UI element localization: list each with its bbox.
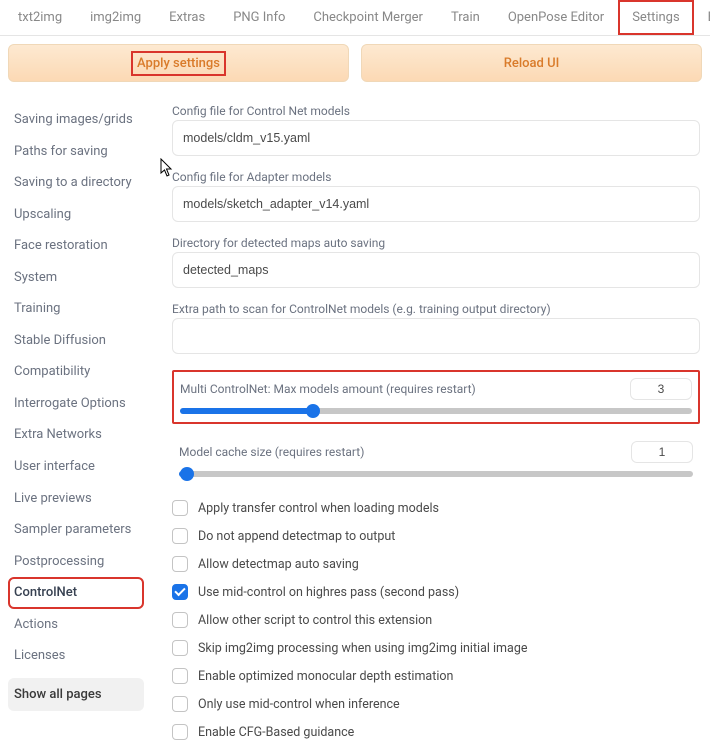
checkbox-row: Allow other script to control this exten…	[172, 606, 700, 634]
sidebar-item-stable-diffusion[interactable]: Stable Diffusion	[8, 325, 144, 357]
detected-dir-field: Directory for detected maps auto saving	[172, 236, 700, 288]
checkbox-row: Allow detectmap auto saving	[172, 550, 700, 578]
multi-controlnet-slider: Multi ControlNet: Max models amount (req…	[172, 370, 700, 424]
multi-controlnet-value[interactable]	[630, 378, 692, 400]
slider-thumb[interactable]	[306, 404, 320, 418]
detected-dir-input[interactable]	[172, 252, 700, 288]
tab-img2img[interactable]: img2img	[76, 0, 155, 35]
sidebar-item-postprocessing[interactable]: Postprocessing	[8, 546, 144, 578]
detected-dir-label: Directory for detected maps auto saving	[172, 236, 700, 250]
sidebar-item-interrogate-options[interactable]: Interrogate Options	[8, 388, 144, 420]
tab-checkpoint-merger[interactable]: Checkpoint Merger	[299, 0, 437, 35]
checkbox-label: Do not append detectmap to output	[198, 529, 395, 544]
settings-content: Config file for Control Net models Confi…	[148, 90, 706, 746]
extra-path-field: Extra path to scan for ControlNet models…	[172, 302, 700, 354]
multi-controlnet-label: Multi ControlNet: Max models amount (req…	[180, 382, 476, 396]
tab-openpose-editor[interactable]: OpenPose Editor	[494, 0, 618, 35]
config-adapter-label: Config file for Adapter models	[172, 170, 700, 184]
tab-extensions[interactable]: Extensions	[694, 0, 710, 35]
sidebar-item-saving-to-a-directory[interactable]: Saving to a directory	[8, 167, 144, 199]
config-adapter-input[interactable]	[172, 186, 700, 222]
extra-path-label: Extra path to scan for ControlNet models…	[172, 302, 700, 316]
checkbox[interactable]	[172, 612, 188, 628]
apply-settings-button[interactable]: Apply settings	[8, 44, 349, 82]
tab-txt2img[interactable]: txt2img	[4, 0, 76, 35]
extra-path-input[interactable]	[172, 318, 700, 354]
sidebar-item-live-previews[interactable]: Live previews	[8, 483, 144, 515]
config-cn-input[interactable]	[172, 120, 700, 156]
checkbox[interactable]	[172, 584, 188, 600]
config-adapter-field: Config file for Adapter models	[172, 170, 700, 222]
multi-controlnet-track[interactable]	[180, 408, 692, 414]
sidebar-item-compatibility[interactable]: Compatibility	[8, 356, 144, 388]
tab-train[interactable]: Train	[437, 0, 494, 35]
checkbox[interactable]	[172, 724, 188, 740]
main-area: Saving images/gridsPaths for savingSavin…	[0, 90, 710, 750]
checkbox-label: Allow other script to control this exten…	[198, 613, 432, 628]
sidebar-item-training[interactable]: Training	[8, 293, 144, 325]
checkbox-label: Skip img2img processing when using img2i…	[198, 641, 527, 656]
checkbox-row: Do not append detectmap to output	[172, 522, 700, 550]
checkbox-row: Enable CFG-Based guidance	[172, 718, 700, 746]
checkbox-label: Only use mid-control when inference	[198, 697, 400, 712]
config-cn-field: Config file for Control Net models	[172, 104, 700, 156]
checkbox-row: Only use mid-control when inference	[172, 690, 700, 718]
sidebar-item-extra-networks[interactable]: Extra Networks	[8, 419, 144, 451]
reload-ui-button[interactable]: Reload UI	[361, 44, 702, 82]
checkbox[interactable]	[172, 640, 188, 656]
checkbox-label: Apply transfer control when loading mode…	[198, 501, 439, 516]
button-row: Apply settings Reload UI	[0, 36, 710, 90]
checkbox-label: Allow detectmap auto saving	[198, 557, 359, 572]
checkbox-label: Use mid-control on highres pass (second …	[198, 585, 459, 600]
tab-extras[interactable]: Extras	[155, 0, 219, 35]
sidebar-item-controlnet[interactable]: ControlNet	[8, 577, 144, 609]
cache-size-label: Model cache size (requires restart)	[179, 445, 364, 459]
checkbox[interactable]	[172, 500, 188, 516]
sidebar-show-all[interactable]: Show all pages	[8, 678, 144, 712]
top-tabs: txt2imgimg2imgExtrasPNG InfoCheckpoint M…	[0, 0, 710, 36]
checkbox-row: Skip img2img processing when using img2i…	[172, 634, 700, 662]
sidebar-item-face-restoration[interactable]: Face restoration	[8, 230, 144, 262]
sidebar-item-actions[interactable]: Actions	[8, 609, 144, 641]
checkbox[interactable]	[172, 528, 188, 544]
checkbox-label: Enable CFG-Based guidance	[198, 725, 354, 740]
cache-size-track[interactable]	[179, 471, 693, 477]
checkbox-row: Use mid-control on highres pass (second …	[172, 578, 700, 606]
cache-size-value[interactable]	[631, 441, 693, 463]
sidebar-item-paths-for-saving[interactable]: Paths for saving	[8, 136, 144, 168]
cache-size-slider: Model cache size (requires restart)	[172, 434, 700, 486]
config-cn-label: Config file for Control Net models	[172, 104, 700, 118]
checkbox[interactable]	[172, 668, 188, 684]
checkbox[interactable]	[172, 696, 188, 712]
tab-settings[interactable]: Settings	[618, 0, 693, 35]
sidebar-item-system[interactable]: System	[8, 262, 144, 294]
tab-png-info[interactable]: PNG Info	[219, 0, 299, 35]
checkbox-row: Apply transfer control when loading mode…	[172, 494, 700, 522]
slider-thumb[interactable]	[180, 467, 194, 481]
sidebar-item-licenses[interactable]: Licenses	[8, 640, 144, 672]
sidebar-item-user-interface[interactable]: User interface	[8, 451, 144, 483]
settings-sidebar: Saving images/gridsPaths for savingSavin…	[8, 90, 148, 746]
sidebar-item-upscaling[interactable]: Upscaling	[8, 199, 144, 231]
sidebar-item-saving-images-grids[interactable]: Saving images/grids	[8, 104, 144, 136]
checkbox[interactable]	[172, 556, 188, 572]
checkbox-label: Enable optimized monocular depth estimat…	[198, 669, 453, 684]
checkbox-row: Enable optimized monocular depth estimat…	[172, 662, 700, 690]
sidebar-item-sampler-parameters[interactable]: Sampler parameters	[8, 514, 144, 546]
checkbox-list: Apply transfer control when loading mode…	[172, 494, 700, 746]
